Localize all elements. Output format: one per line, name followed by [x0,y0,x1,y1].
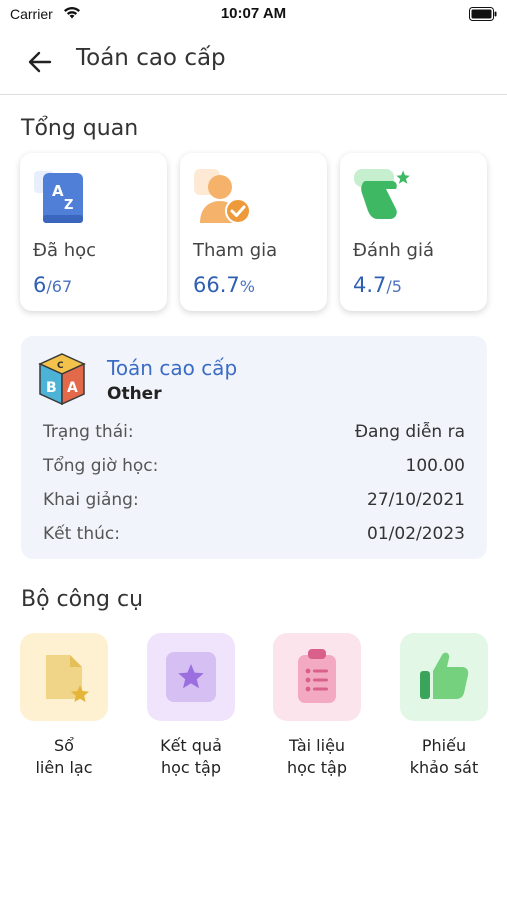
svg-text:A: A [67,380,78,396]
course-category: Other [107,384,162,404]
clock: 10:07 AM [220,5,287,22]
status-bar: Carrier 10:07 AM [0,0,507,30]
stat-card-learned[interactable]: A Z Đã học 6/67 [20,153,167,311]
user-check-icon [192,165,251,227]
info-key: Khai giảng: [43,490,139,510]
star-badge-icon [166,652,216,702]
screen: Carrier 10:07 AM Toán cao cấp Tổng quan … [0,0,507,900]
stat-value: 66.7% [193,273,255,297]
tool-icon-box [273,633,361,721]
stat-value: 4.7/5 [353,273,402,297]
tool-learning-materials[interactable]: Tài liệu học tập [273,633,361,793]
tool-learning-results[interactable]: Kết quả học tập [147,633,235,793]
info-value: Đang diễn ra [354,422,465,442]
rating-hand-icon [352,165,410,227]
tool-icon-box [147,633,235,721]
tool-label: Kết quả học tập [160,736,222,777]
tool-label: Sổ liên lạc [35,736,93,777]
stat-card-attendance[interactable]: Tham gia 66.7% [180,153,327,311]
tool-icon-box [20,633,108,721]
page-title: Toán cao cấp [76,45,226,71]
az-book-icon: A Z [32,165,88,227]
stat-label: Đánh giá [353,240,434,261]
svg-text:B: B [46,380,57,396]
clipboard-icon [298,649,336,703]
info-key: Tổng giờ học: [43,456,159,476]
info-row-hours: Tổng giờ học: 100.00 [43,456,465,480]
stat-value: 6/67 [33,273,73,297]
contact-book-icon [46,655,89,702]
info-row-end: Kết thúc: 01/02/2023 [43,524,465,548]
thumbs-up-icon [420,652,469,699]
tool-label: Phiếu khảo sát [409,736,479,777]
battery-icon [469,7,497,26]
tool-survey[interactable]: Phiếu khảo sát [400,633,488,793]
info-value: 01/02/2023 [367,524,465,544]
info-value: 100.00 [405,456,465,476]
svg-text:A: A [52,182,64,200]
tool-label: Tài liệu học tập [286,736,348,777]
svg-text:Z: Z [64,198,73,213]
tool-contact-book[interactable]: Sổ liên lạc [20,633,108,793]
info-row-start: Khai giảng: 27/10/2021 [43,490,465,514]
info-value: 27/10/2021 [367,490,465,510]
nav-bar: Toán cao cấp [0,30,507,95]
back-button[interactable] [22,44,58,80]
stat-label: Đã học [33,240,97,261]
arrow-left-icon [28,51,52,73]
info-key: Kết thúc: [43,524,120,544]
tools-title: Bộ công cụ [21,587,144,612]
course-name: Toán cao cấp [107,356,238,380]
stat-card-rating[interactable]: Đánh giá 4.7/5 [340,153,487,311]
abc-blocks-icon: C B A [36,352,88,408]
course-info-card: C B A Toán cao cấp Other Trạng thái: Đan… [21,336,487,559]
svg-text:C: C [57,361,64,371]
info-row-status: Trạng thái: Đang diễn ra [43,422,465,446]
tool-icon-box [400,633,488,721]
stat-label: Tham gia [193,240,278,261]
info-key: Trạng thái: [43,422,134,442]
overview-title: Tổng quan [21,116,139,141]
